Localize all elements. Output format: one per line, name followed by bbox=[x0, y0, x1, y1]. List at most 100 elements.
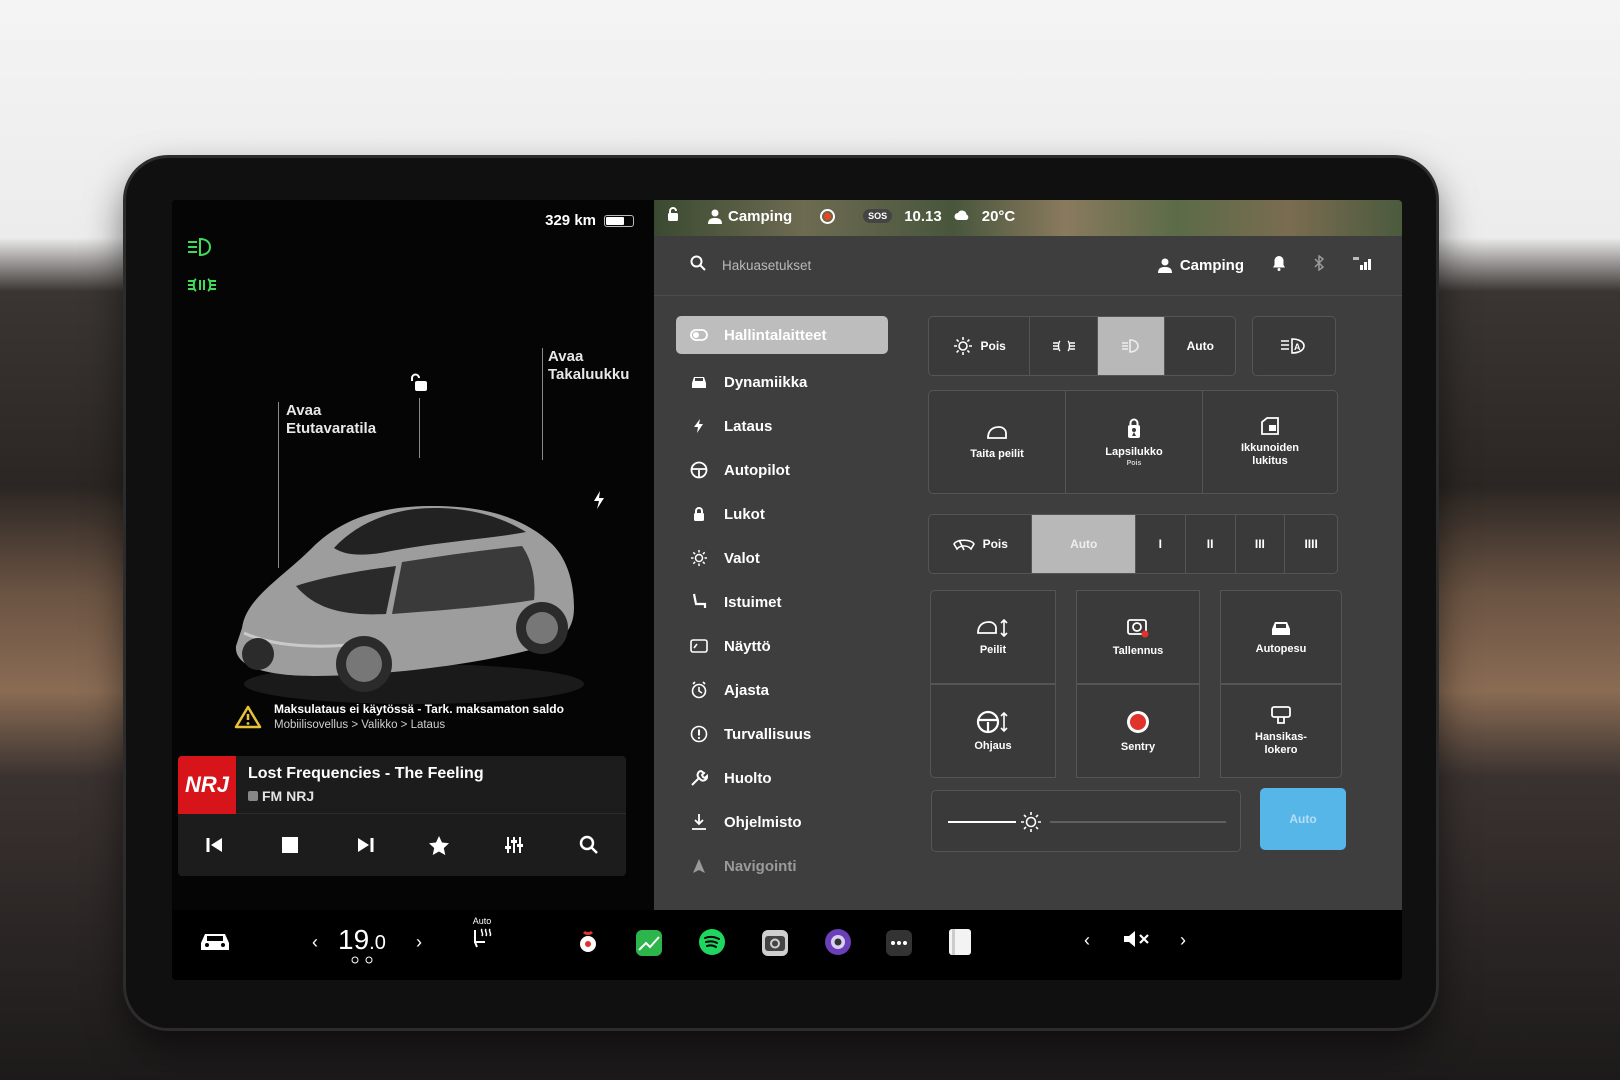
glovebox-button[interactable]: Hansikas- lokero bbox=[1220, 684, 1342, 778]
profile-icon bbox=[1157, 258, 1172, 273]
seat-heater-button[interactable]: Auto bbox=[470, 916, 494, 950]
more-apps-icon[interactable] bbox=[886, 930, 912, 956]
sentry-label: Sentry bbox=[1120, 741, 1156, 753]
wiper-speed-4-button[interactable]: IIII bbox=[1285, 515, 1337, 573]
dashcam-record-icon[interactable] bbox=[820, 208, 836, 224]
menu-item-label: Valot bbox=[724, 549, 760, 567]
range-text: 329 km bbox=[545, 212, 596, 229]
menu-item-label: Navigointi bbox=[724, 857, 797, 875]
car-controls-icon[interactable] bbox=[198, 930, 232, 952]
charging-warning[interactable]: Maksulataus ei käytössä - Tark. maksamat… bbox=[234, 702, 564, 731]
open-frunk-button[interactable]: Avaa Etutavaratila bbox=[286, 402, 376, 438]
window-lock-icon bbox=[1261, 417, 1279, 435]
media-search-icon[interactable] bbox=[574, 830, 604, 860]
stop-icon[interactable] bbox=[275, 830, 305, 860]
favorite-star-icon[interactable] bbox=[424, 830, 454, 860]
equalizer-icon[interactable] bbox=[499, 830, 529, 860]
auto-high-beam-button[interactable]: A bbox=[1252, 316, 1336, 376]
parking-lights-icon bbox=[1052, 340, 1075, 352]
child-lock-icon bbox=[1128, 418, 1140, 438]
next-track-icon[interactable] bbox=[350, 830, 380, 860]
wipers-off-label: Pois bbox=[982, 537, 1008, 551]
menu-item-näyttö[interactable]: Näyttö bbox=[676, 624, 888, 668]
steering-label: Ohjaus bbox=[974, 740, 1012, 752]
toybox-icon[interactable] bbox=[576, 928, 600, 954]
display-brightness-slider[interactable] bbox=[931, 790, 1241, 852]
car-wash-button[interactable]: Autopesu bbox=[1220, 590, 1342, 684]
sos-badge[interactable]: SOS bbox=[863, 209, 893, 223]
lights-off-button[interactable]: Pois bbox=[929, 317, 1031, 375]
manual-app-icon[interactable] bbox=[948, 928, 972, 956]
cloud-icon bbox=[954, 208, 970, 225]
bluetooth-icon[interactable] bbox=[1314, 254, 1325, 276]
menu-item-lataus[interactable]: Lataus bbox=[676, 404, 888, 448]
wiper-icon bbox=[952, 539, 975, 551]
window-lock-button[interactable]: Ikkunoiden lukitus bbox=[1202, 390, 1338, 494]
clock-text: 10.13 bbox=[904, 207, 942, 225]
driver-profile-button[interactable]: Camping bbox=[1157, 257, 1244, 274]
bolt-icon bbox=[690, 418, 708, 434]
sentry-mode-button[interactable]: Sentry bbox=[1076, 684, 1200, 778]
map-status-bar: Camping SOS 10.13 20°C bbox=[654, 200, 1402, 236]
volume-increase-icon[interactable]: › bbox=[1180, 930, 1186, 951]
volume-mute-icon[interactable] bbox=[1122, 928, 1152, 950]
fold-mirrors-button[interactable]: Taita peilit bbox=[928, 390, 1066, 494]
menu-item-valot[interactable]: Valot bbox=[676, 536, 888, 580]
now-playing[interactable]: NRJ Lost Frequencies - The Feeling FM NR… bbox=[178, 755, 626, 814]
car-wash-icon bbox=[1272, 622, 1290, 635]
menu-item-huolto[interactable]: Huolto bbox=[676, 756, 888, 800]
unlock-icon[interactable] bbox=[408, 372, 430, 399]
brightness-sun-icon[interactable] bbox=[1020, 811, 1042, 838]
wipers-auto-button[interactable]: Auto bbox=[1032, 515, 1136, 573]
lock-status-icon bbox=[666, 206, 680, 226]
energy-app-icon[interactable] bbox=[636, 930, 662, 956]
notification-bell-icon[interactable] bbox=[1272, 255, 1286, 276]
dashcam-button[interactable]: Tallennus bbox=[1076, 590, 1200, 684]
seat-icon bbox=[690, 593, 708, 611]
mirrors-adjust-button[interactable]: Peilit bbox=[930, 590, 1056, 684]
menu-item-hallintalaitteet[interactable]: Hallintalaitteet bbox=[676, 316, 888, 354]
wipers-off-button[interactable]: Pois bbox=[929, 515, 1033, 573]
brightness-auto-button[interactable]: Auto bbox=[1260, 788, 1346, 850]
station-logo: NRJ bbox=[178, 755, 236, 814]
profile-status[interactable]: Camping bbox=[708, 208, 792, 225]
fold-mirrors-label: Taita peilit bbox=[970, 448, 1024, 460]
lights-off-label: Pois bbox=[980, 339, 1006, 353]
menu-item-ajasta[interactable]: Ajasta bbox=[676, 668, 888, 712]
menu-item-autopilot[interactable]: Autopilot bbox=[676, 448, 888, 492]
search-input[interactable]: Hakuasetukset bbox=[722, 258, 811, 273]
settings-menu: Hallintalaitteet Dynamiikka Lataus Autopilo… bbox=[676, 316, 888, 888]
spotify-icon[interactable] bbox=[698, 928, 726, 956]
open-trunk-button[interactable]: Avaa Takaluukku bbox=[548, 348, 629, 384]
menu-item-navigointi[interactable]: Navigointi bbox=[676, 844, 888, 888]
search-icon[interactable] bbox=[690, 255, 706, 276]
menu-item-label: Näyttö bbox=[724, 637, 771, 655]
menu-item-lukot[interactable]: Lukot bbox=[676, 492, 888, 536]
charge-port-icon[interactable] bbox=[592, 490, 606, 515]
svg-text:A: A bbox=[1294, 342, 1301, 352]
sun-icon bbox=[953, 337, 972, 355]
steering-adjust-button[interactable]: Ohjaus bbox=[930, 684, 1056, 778]
sun-icon bbox=[690, 549, 708, 567]
wiper-speed-1-button[interactable]: I bbox=[1136, 515, 1186, 573]
volume-decrease-icon[interactable]: ‹ bbox=[1084, 930, 1090, 951]
wiper-speed-3-button[interactable]: III bbox=[1236, 515, 1286, 573]
wiper-speed-2-button[interactable]: II bbox=[1186, 515, 1236, 573]
cabin-temp-integer: 19 bbox=[338, 924, 370, 955]
temp-increase-icon[interactable]: › bbox=[416, 932, 422, 953]
menu-item-ohjelmisto[interactable]: Ohjelmisto bbox=[676, 800, 888, 844]
temp-decrease-icon[interactable]: ‹ bbox=[312, 932, 318, 953]
lte-signal-icon bbox=[1352, 256, 1374, 275]
parking-lights-button[interactable] bbox=[1030, 317, 1098, 375]
child-lock-button[interactable]: Lapsilukko Pois bbox=[1065, 390, 1203, 494]
menu-item-dynamiikka[interactable]: Dynamiikka bbox=[676, 360, 888, 404]
camera-app-icon[interactable] bbox=[762, 930, 788, 956]
lights-auto-button[interactable]: Auto bbox=[1165, 317, 1235, 375]
theater-app-icon[interactable] bbox=[824, 928, 852, 956]
cabin-temperature[interactable]: 19.0 bbox=[338, 924, 386, 964]
low-beam-button[interactable] bbox=[1097, 317, 1166, 375]
wrench-icon bbox=[690, 769, 708, 787]
menu-item-istuimet[interactable]: Istuimet bbox=[676, 580, 888, 624]
menu-item-turvallisuus[interactable]: Turvallisuus bbox=[676, 712, 888, 756]
previous-track-icon[interactable] bbox=[200, 830, 230, 860]
